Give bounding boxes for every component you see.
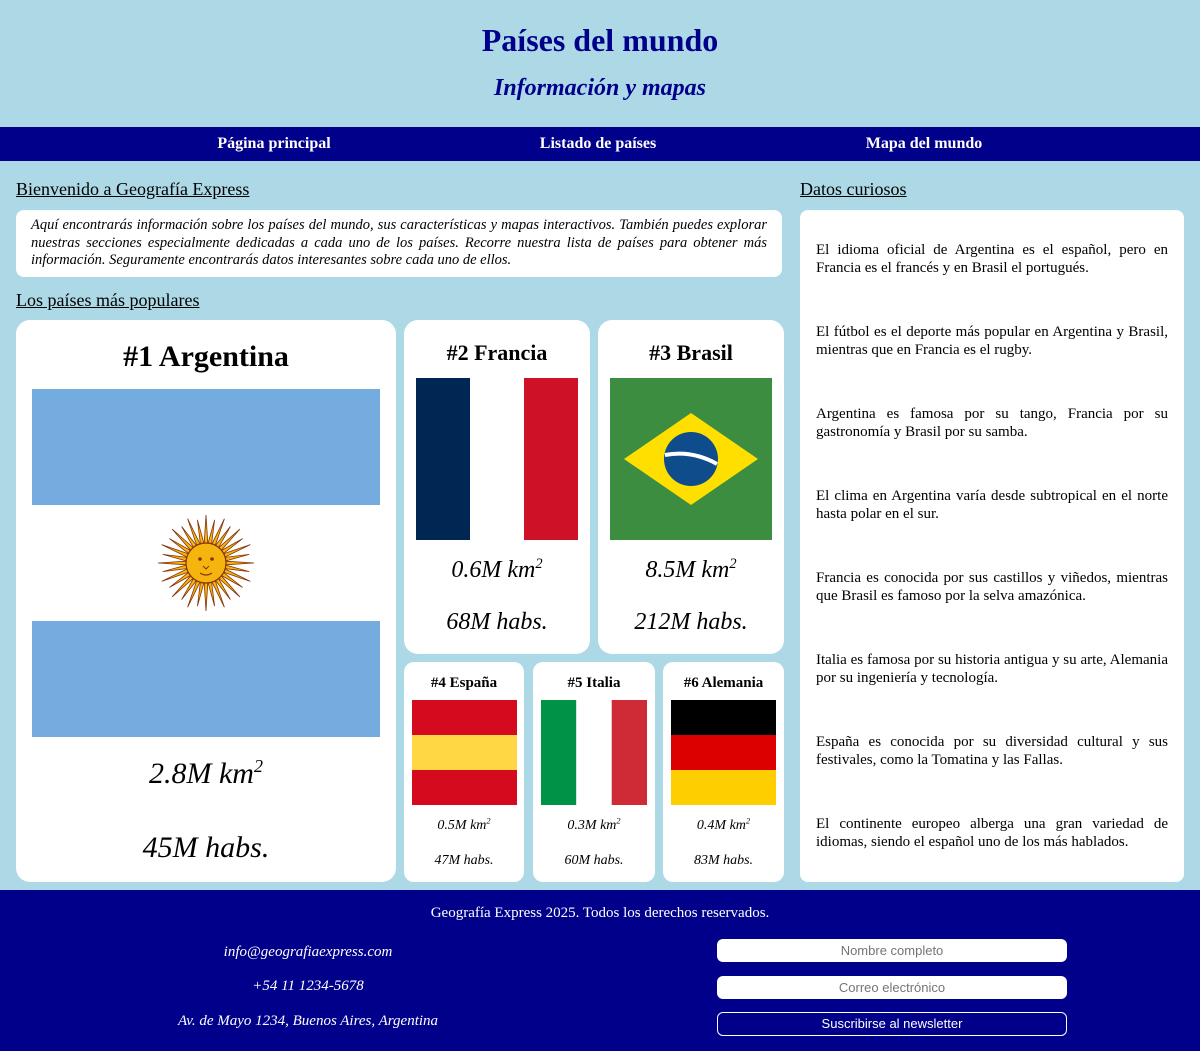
fact-item: Francia es conocida por sus castillos y … [816,570,1168,604]
subscribe-button[interactable]: Suscribirse al newsletter [717,1012,1067,1036]
country-card-germany[interactable]: #6 Alemania 0.4M km2 83M habs. [663,662,784,882]
country-rank-spain: #4 España [430,675,498,691]
country-population-france: 68M habs. [446,609,548,635]
country-card-brazil[interactable]: #3 Brasil 8.5M km2 212M habs. [598,320,784,654]
nav-country-list[interactable]: Listado de países [540,127,656,161]
country-area-italy: 0.3M km [567,818,617,833]
contact-phone: +54 11 1234-5678 [252,978,364,994]
fact-item: El fútbol es el deporte más popular en A… [816,324,1168,358]
welcome-text: Aquí encontrarás información sobre los p… [16,210,782,277]
fact-item: El continente europeo alberga una gran v… [816,816,1168,850]
country-area-argentina: 2.8M km [149,757,254,790]
country-rank-italy: #5 Italia [567,675,621,691]
country-area-france: 0.6M km [451,557,536,583]
fact-item: Argentina es famosa por su tango, Franci… [816,406,1168,440]
sun-of-may-icon [157,514,255,612]
site-subtitle: Información y mapas [493,75,706,101]
newsletter-name-input[interactable] [717,939,1067,962]
italy-flag [541,700,647,805]
facts-title: Datos curiosos [800,179,907,199]
contact-address: Av. de Mayo 1234, Buenos Aires, Argentin… [177,1013,439,1029]
country-population-italy: 60M habs. [564,853,624,868]
germany-flag [671,700,776,805]
spain-flag [412,700,517,805]
main-nav: Página principal Listado de países Mapa … [0,127,1200,161]
contact-email[interactable]: info@geografiaexpress.com [100,944,516,961]
welcome-title: Bienvenido a Geografía Express [16,179,250,199]
site-header: Países del mundo Información y mapas [0,0,1200,127]
country-rank-brazil: #3 Brasil [649,340,733,365]
country-card-argentina[interactable]: #1 Argentina 2.8M km2 45M habs. [16,320,396,882]
country-rank-germany: #6 Alemania [683,675,764,691]
country-area-germany: 0.4M km [696,818,746,833]
site-footer: Geografía Express 2025. Todos los derech… [0,890,1200,1051]
country-area-spain: 0.5M km [437,818,487,833]
newsletter-email-input[interactable] [717,976,1067,999]
facts-panel: El idioma oficial de Argentina es el esp… [800,210,1184,882]
country-population-germany: 83M habs. [693,853,754,868]
fact-item: El clima en Argentina varía desde subtro… [816,488,1168,522]
nav-home[interactable]: Página principal [217,127,330,161]
popular-title: Los países más populares [16,290,200,310]
fact-item: El idioma oficial de Argentina es el esp… [816,242,1168,276]
france-flag [416,378,578,540]
country-card-spain[interactable]: #4 España 0.5M km2 47M habs. [404,662,524,882]
argentina-flag [32,389,380,737]
copyright-text: Geografía Express 2025. Todos los derech… [430,905,770,921]
site-title: Países del mundo [481,22,719,58]
country-card-italy[interactable]: #5 Italia 0.3M km2 60M habs. [533,662,655,882]
nav-world-map[interactable]: Mapa del mundo [866,127,982,161]
country-population-brazil: 212M habs. [634,609,748,635]
country-population-spain: 47M habs. [434,853,494,868]
fact-item: Italia es famosa por su historia antigua… [816,652,1168,686]
fact-item: España es conocida por su diversidad cul… [816,734,1168,768]
country-population-argentina: 45M habs. [142,831,270,864]
country-rank-argentina: #1 Argentina [123,340,289,373]
country-area-brazil: 8.5M km [645,557,730,583]
country-card-france[interactable]: #2 Francia 0.6M km2 68M habs. [404,320,590,654]
brazil-flag [610,378,772,540]
country-rank-france: #2 Francia [446,340,548,365]
